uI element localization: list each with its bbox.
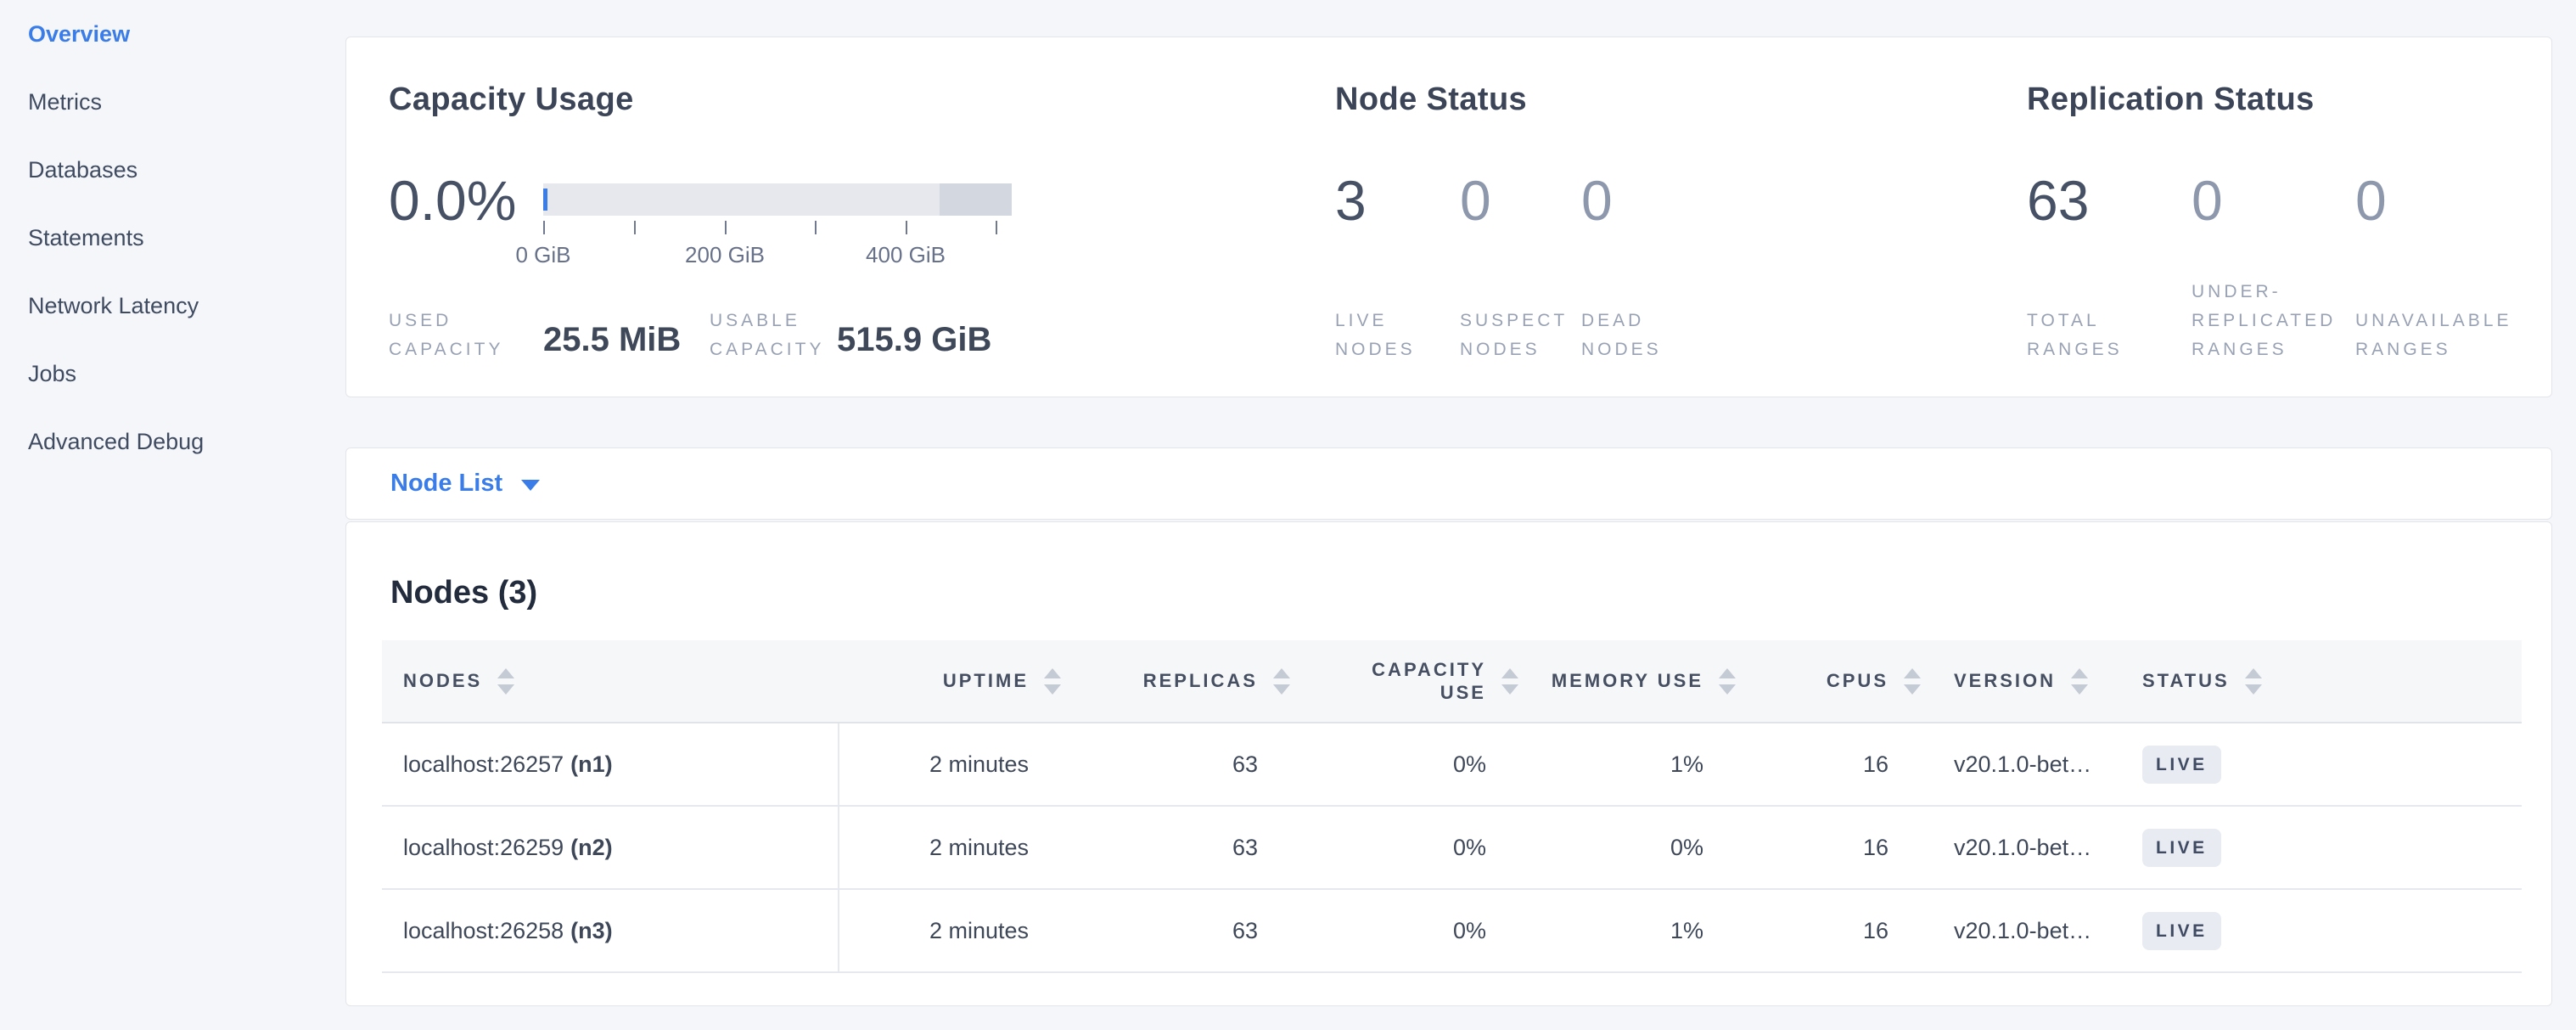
chevron-down-icon	[521, 480, 540, 491]
under-replicated-ranges-label: UNDER- REPLICATED RANGES	[2192, 278, 2336, 364]
column-header-replicas[interactable]: REPLICAS	[1061, 640, 1290, 723]
sort-icon	[1501, 668, 1518, 695]
status-cell: LIVE	[2114, 723, 2522, 806]
node-status-title: Node Status	[1335, 82, 1527, 118]
capacity-gauge: 0 GiB 200 GiB 400 GiB	[543, 183, 1012, 267]
node-list-dropdown[interactable]: Node List	[346, 448, 2551, 519]
sort-icon	[1273, 668, 1290, 695]
used-capacity-value: 25.5 MiB	[543, 321, 681, 359]
replicas-cell: 63	[1061, 723, 1290, 806]
capacity-gauge-ticks	[543, 221, 1012, 234]
sort-icon	[2245, 668, 2262, 695]
sort-icon	[1719, 668, 1736, 695]
capacity-use-cell: 0%	[1290, 806, 1518, 889]
column-header-nodes[interactable]: NODES	[382, 640, 839, 723]
usable-capacity-label: USABLE CAPACITY	[710, 307, 824, 364]
column-header-uptime[interactable]: UPTIME	[839, 640, 1061, 723]
sidebar-item-network-latency[interactable]: Network Latency	[0, 272, 345, 340]
capacity-usage-panel: Capacity Usage 0.0% 0 GiB 200 GiB 400 Gi…	[389, 37, 1331, 397]
capacity-use-cell: 0%	[1290, 889, 1518, 972]
sidebar-item-overview[interactable]: Overview	[0, 0, 345, 68]
column-header-memory-use[interactable]: MEMORY USE	[1518, 640, 1736, 723]
suspect-nodes-count: 0	[1460, 172, 1491, 229]
capacity-use-cell: 0%	[1290, 723, 1518, 806]
sort-icon	[1044, 668, 1061, 695]
node-list-card: Node List	[345, 447, 2552, 520]
capacity-gauge-dark-segment	[940, 183, 1012, 216]
capacity-gauge-bar	[543, 183, 1012, 216]
table-row: localhost:26257(n1) 2 minutes 63 0% 1% 1…	[382, 723, 2522, 806]
node-link[interactable]: localhost:26257(n1)	[403, 751, 613, 777]
axis-label: 200 GiB	[685, 242, 765, 268]
memory-use-cell: 1%	[1518, 889, 1736, 972]
column-header-capacity-use[interactable]: CAPACITY USE	[1290, 640, 1518, 723]
unavailable-ranges-count: 0	[2355, 172, 2387, 229]
used-capacity-marker	[543, 189, 547, 211]
replicas-cell: 63	[1061, 889, 1290, 972]
memory-use-cell: 0%	[1518, 806, 1736, 889]
sidebar-item-jobs[interactable]: Jobs	[0, 340, 345, 408]
axis-label: 0 GiB	[515, 242, 570, 268]
total-ranges-label: TOTAL RANGES	[2027, 307, 2123, 364]
sort-icon	[1904, 668, 1921, 695]
version-cell: v20.1.0-bet…	[1921, 889, 2114, 972]
under-replicated-ranges-count: 0	[2192, 172, 2223, 229]
nodes-table-heading: Nodes (3)	[390, 575, 537, 611]
live-nodes-count: 3	[1335, 172, 1367, 229]
status-badge: LIVE	[2142, 829, 2221, 867]
used-capacity-label: USED CAPACITY	[389, 307, 503, 364]
dead-nodes-label: DEAD NODES	[1581, 307, 1662, 364]
replicas-cell: 63	[1061, 806, 1290, 889]
status-cell: LIVE	[2114, 889, 2522, 972]
nodes-table: NODES UPTIME REPLICAS	[382, 640, 2522, 973]
status-badge: LIVE	[2142, 912, 2221, 950]
total-ranges-count: 63	[2027, 172, 2089, 229]
version-cell: v20.1.0-bet…	[1921, 806, 2114, 889]
column-header-cpus[interactable]: CPUS	[1736, 640, 1921, 723]
node-link[interactable]: localhost:26259(n2)	[403, 835, 613, 860]
column-header-version[interactable]: VERSION	[1921, 640, 2114, 723]
live-nodes-label: LIVE NODES	[1335, 307, 1416, 364]
status-badge: LIVE	[2142, 746, 2221, 784]
sidebar-item-advanced-debug[interactable]: Advanced Debug	[0, 408, 345, 476]
column-header-status[interactable]: STATUS	[2114, 640, 2522, 723]
uptime-cell: 2 minutes	[839, 723, 1061, 806]
uptime-cell: 2 minutes	[839, 889, 1061, 972]
cpus-cell: 16	[1736, 889, 1921, 972]
unavailable-ranges-label: UNAVAILABLE RANGES	[2355, 307, 2511, 364]
dead-nodes-count: 0	[1581, 172, 1613, 229]
sidebar: Overview Metrics Databases Statements Ne…	[0, 0, 345, 1030]
replication-status-panel: Replication Status 63 0 0 TOTAL RANGES U…	[2027, 37, 2553, 397]
usable-capacity-value: 515.9 GiB	[837, 321, 991, 359]
memory-use-cell: 1%	[1518, 723, 1736, 806]
capacity-usage-title: Capacity Usage	[389, 82, 634, 118]
axis-label: 400 GiB	[866, 242, 946, 268]
sort-icon	[2071, 668, 2088, 695]
cluster-summary-card: Capacity Usage 0.0% 0 GiB 200 GiB 400 Gi…	[345, 37, 2552, 397]
table-row: localhost:26258(n3) 2 minutes 63 0% 1% 1…	[382, 889, 2522, 972]
table-header-row: NODES UPTIME REPLICAS	[382, 640, 2522, 723]
cpus-cell: 16	[1736, 806, 1921, 889]
replication-status-title: Replication Status	[2027, 82, 2315, 118]
node-status-panel: Node Status 3 0 0 LIVE NODES SUSPECT NOD…	[1335, 37, 2014, 397]
node-link[interactable]: localhost:26258(n3)	[403, 918, 613, 943]
status-cell: LIVE	[2114, 806, 2522, 889]
version-cell: v20.1.0-bet…	[1921, 723, 2114, 806]
nodes-table-card: Nodes (3) NODES UPTIME	[345, 521, 2552, 1006]
node-list-dropdown-label: Node List	[390, 470, 502, 498]
sidebar-item-metrics[interactable]: Metrics	[0, 68, 345, 136]
suspect-nodes-label: SUSPECT NODES	[1460, 307, 1568, 364]
cpus-cell: 16	[1736, 723, 1921, 806]
sort-icon	[497, 668, 514, 695]
uptime-cell: 2 minutes	[839, 806, 1061, 889]
sidebar-item-statements[interactable]: Statements	[0, 204, 345, 272]
capacity-used-percent: 0.0%	[389, 172, 516, 229]
sidebar-item-databases[interactable]: Databases	[0, 136, 345, 204]
table-row: localhost:26259(n2) 2 minutes 63 0% 0% 1…	[382, 806, 2522, 889]
